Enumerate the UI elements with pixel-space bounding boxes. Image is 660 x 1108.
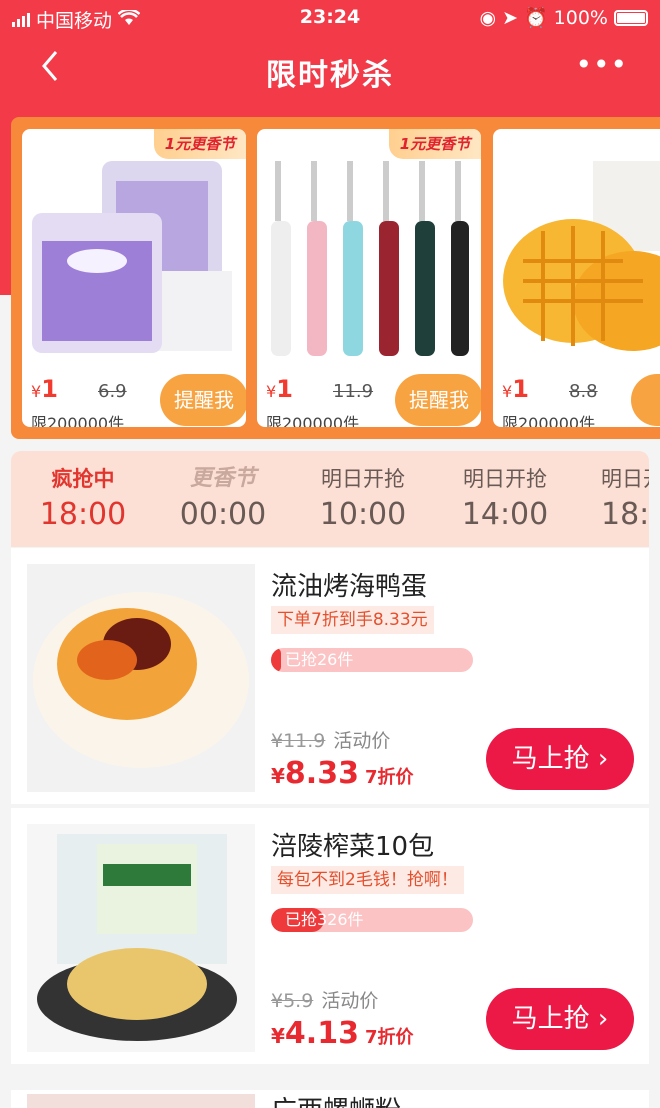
product-promo: 下单7折到手8.33元	[271, 606, 434, 634]
sold-count: 已抢26件	[285, 650, 354, 669]
tab-time-slot[interactable]: 明日开抢 10:00	[293, 465, 433, 532]
product-price: ¥8.33 7折价	[271, 756, 414, 791]
tab-label: 明日开抢	[463, 467, 547, 491]
tab-time-slot[interactable]: 疯抢中 18:00	[13, 465, 153, 532]
tab-time-slot[interactable]: 明日开 18:	[577, 465, 649, 532]
more-button[interactable]: •••	[575, 48, 628, 81]
tab-time-slot[interactable]: 更香节 00:00	[153, 465, 293, 532]
sold-progress-fill	[271, 648, 282, 672]
promo-limit: 限200000件	[266, 414, 360, 427]
tab-label: 疯抢中	[51, 467, 115, 491]
promo-carousel[interactable]: 1元更香节 ¥1 6.9 限200000件 提醒我 1元更香节 ¥1 11.9 …	[11, 117, 660, 439]
page-title: 限时秒杀	[266, 58, 394, 93]
product-image-pickled-mustard	[27, 824, 255, 1052]
status-right: ◉ ➤ ⏰ 100%	[479, 6, 648, 29]
product-image-snail-noodles	[27, 1094, 255, 1108]
sold-progress: 已抢26件	[271, 648, 473, 672]
tab-time: 10:00	[319, 497, 407, 532]
promo-price: ¥1	[502, 375, 529, 403]
product-promo: 每包不到2毛钱！抢啊！	[271, 866, 464, 894]
alarm-icon: ⏰	[524, 7, 548, 29]
promo-original-price: 8.8	[569, 381, 598, 402]
sold-progress: 已抢326件	[271, 908, 473, 932]
promo-card[interactable]: 1元更香节 ¥1 6.9 限200000件 提醒我	[22, 129, 246, 427]
nav-bar: 限时秒杀 •••	[0, 36, 660, 100]
lock-rotation-icon: ◉	[479, 6, 497, 29]
tab-time: 14:00	[461, 497, 549, 532]
product-original-price: ¥5.9 活动价	[271, 990, 379, 1012]
product-name: 广西螺蛳粉	[271, 1090, 401, 1108]
promo-tag: 1元更香节	[154, 129, 246, 159]
product-image-tissue	[32, 151, 236, 369]
promo-limit: 限200000件	[502, 414, 596, 427]
buy-now-button[interactable]: 马上抢 ›	[486, 988, 634, 1050]
promo-card[interactable]: 1元更香节 ¥1 11.9 限200000件 提醒我	[257, 129, 481, 427]
promo-tag: 1元更香节	[389, 129, 481, 159]
tab-time: 18:00	[39, 497, 127, 532]
buy-now-button[interactable]: 马上抢 ›	[486, 728, 634, 790]
remind-button[interactable]: 提醒我	[160, 374, 246, 426]
product-image-toothbrush	[267, 151, 471, 369]
promo-limit: 限200000件	[31, 414, 125, 427]
product-item[interactable]: 涪陵榨菜10包 每包不到2毛钱！抢啊！ 已抢326件 ¥5.9 活动价 ¥4.13…	[11, 808, 649, 1064]
promo-original-price: 6.9	[98, 381, 127, 402]
location-icon: ➤	[502, 6, 518, 29]
product-name: 流油烤海鸭蛋	[271, 572, 428, 602]
tab-label: 明日开	[601, 467, 649, 491]
battery-icon	[614, 9, 648, 26]
promo-card[interactable]: ¥1 8.8 限200000件 提	[493, 129, 660, 427]
remind-button[interactable]: 提醒我	[395, 374, 481, 426]
tab-time: 18:	[601, 497, 649, 532]
battery-percent: 100%	[553, 6, 608, 29]
tab-label: 更香节	[189, 466, 256, 491]
tab-time-slot[interactable]: 明日开抢 14:00	[435, 465, 575, 532]
promo-price: ¥1	[31, 375, 58, 403]
time-tabs: 疯抢中 18:00 更香节 00:00 明日开抢 10:00 明日开抢 14:0…	[11, 451, 649, 547]
tab-time: 00:00	[179, 497, 267, 532]
status-bar: 中国移动 23:24 ◉ ➤ ⏰ 100%	[0, 0, 660, 36]
promo-price: ¥1	[266, 375, 293, 403]
product-image-waffle	[503, 151, 660, 369]
remind-button[interactable]: 提	[631, 374, 660, 426]
product-item[interactable]: 广西螺蛳粉	[11, 1090, 649, 1108]
sold-count: 已抢326件	[285, 910, 364, 929]
product-price: ¥4.13 7折价	[271, 1016, 414, 1051]
tab-label: 明日开抢	[321, 467, 405, 491]
product-name: 涪陵榨菜10包	[271, 832, 435, 862]
promo-original-price: 11.9	[333, 381, 374, 402]
product-image-duck-egg	[27, 564, 255, 792]
product-original-price: ¥11.9 活动价	[271, 730, 391, 752]
product-item[interactable]: 流油烤海鸭蛋 下单7折到手8.33元 已抢26件 ¥11.9 活动价 ¥8.33 7…	[11, 548, 649, 804]
